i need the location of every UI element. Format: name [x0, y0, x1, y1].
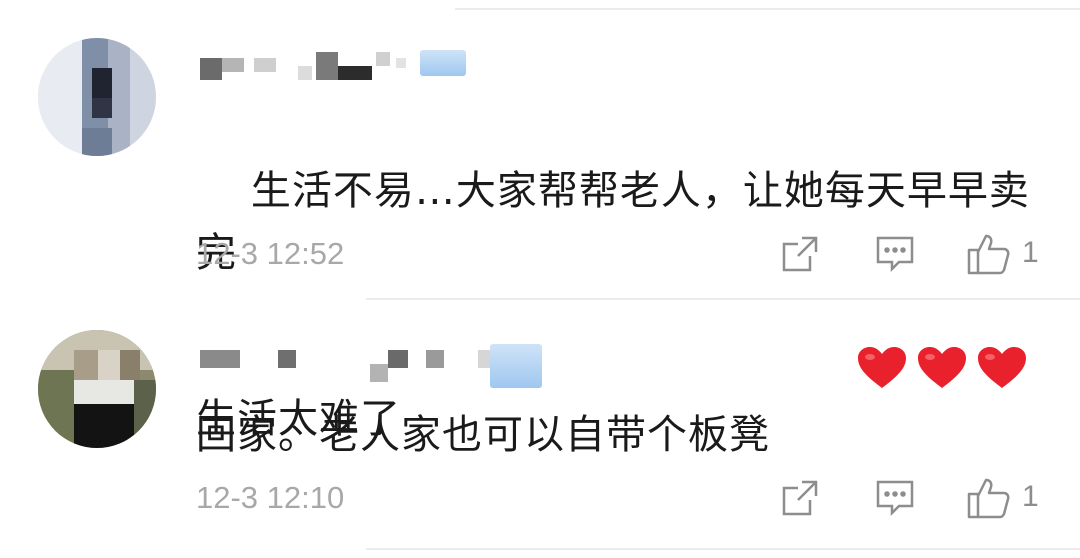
vip-badge-icon: [420, 50, 466, 76]
vip-badge-icon: [490, 344, 542, 388]
share-icon[interactable]: [780, 478, 820, 518]
avatar[interactable]: [38, 38, 156, 156]
like-count: 1: [1022, 480, 1039, 513]
comment-text: 生活太难了: [196, 396, 401, 442]
like-count: 1: [1022, 236, 1039, 269]
reply-icon[interactable]: [875, 478, 915, 518]
like-icon[interactable]: [966, 232, 1012, 276]
bottom-divider: [366, 548, 1080, 550]
share-icon[interactable]: [780, 234, 820, 274]
reply-icon[interactable]: [875, 234, 915, 274]
timestamp: 12-3 12:52: [196, 236, 345, 271]
comment-2: 生活太难了 12-3 12:10 1: [0, 300, 1080, 558]
timestamp: 12-3 12:10: [196, 480, 345, 515]
comment-1: 生活不易…大家帮帮老人，让她每天早早卖完 回家。老人家也可以自带个板凳 12-3…: [0, 0, 1080, 458]
like-icon[interactable]: [966, 476, 1012, 520]
avatar[interactable]: [38, 330, 156, 448]
